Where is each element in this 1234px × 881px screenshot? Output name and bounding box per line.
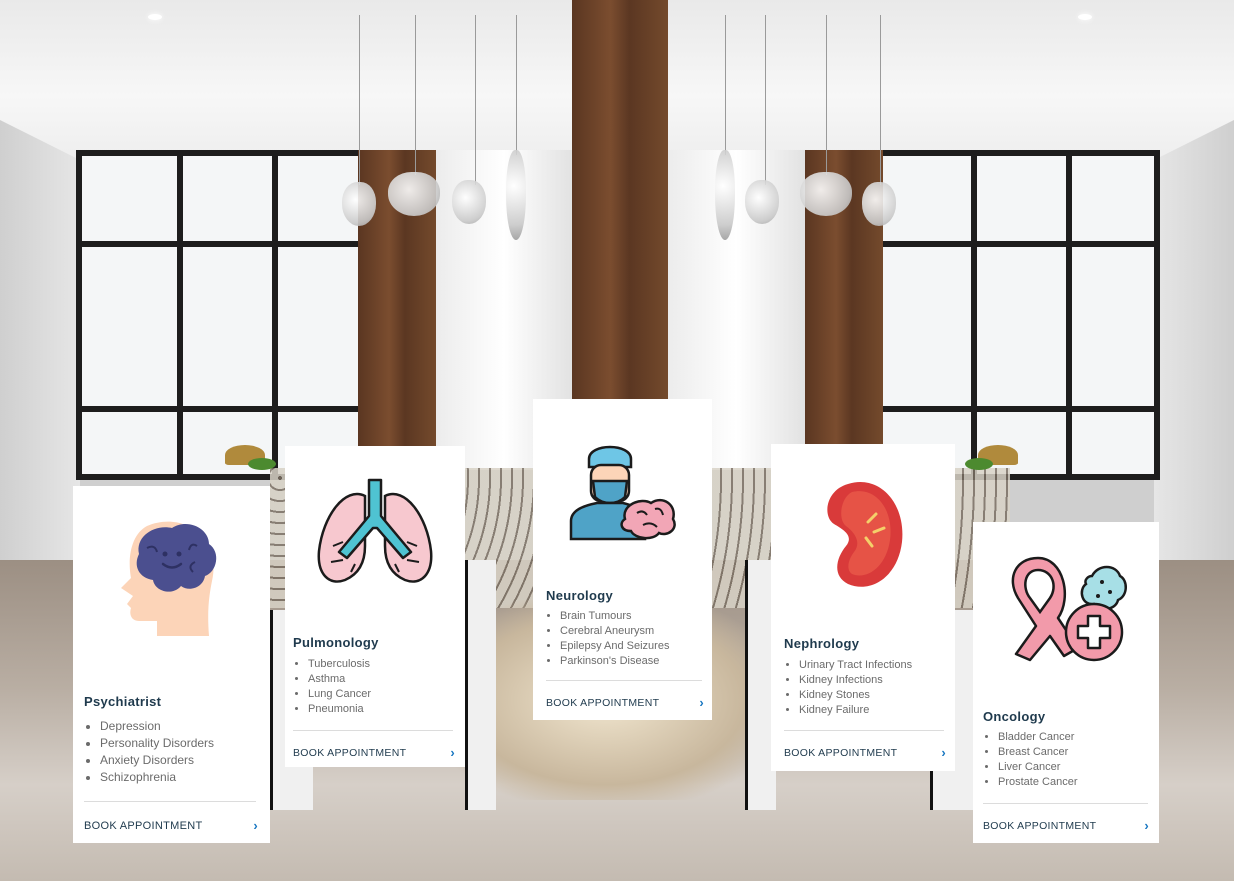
display-base (465, 560, 496, 810)
condition-list: Tuberculosis Asthma Lung Cancer Pneumoni… (294, 657, 371, 717)
list-item: Epilepsy And Seizures (560, 639, 669, 654)
chevron-right-icon: › (450, 745, 455, 760)
plant-leaves (248, 458, 276, 470)
pendant-lamp (388, 172, 440, 216)
window-right (870, 150, 1160, 480)
specialty-card-neurology: Neurology Brain Tumours Cerebral Aneurys… (533, 399, 712, 720)
list-item: Kidney Failure (799, 703, 912, 718)
book-appointment-button[interactable]: BOOK APPOINTMENT › (84, 818, 258, 833)
pendant-lamp (342, 182, 376, 226)
list-item: Kidney Stones (799, 688, 912, 703)
list-item: Parkinson's Disease (560, 654, 669, 669)
condition-list: Urinary Tract Infections Kidney Infectio… (785, 658, 912, 718)
plant-leaves (965, 458, 993, 470)
chevron-right-icon: › (699, 695, 704, 710)
book-appointment-label: BOOK APPOINTMENT (84, 819, 203, 832)
book-appointment-label: BOOK APPOINTMENT (293, 746, 407, 759)
condition-list: Brain Tumours Cerebral Aneurysm Epilepsy… (546, 609, 669, 669)
list-item: Cerebral Aneurysm (560, 624, 669, 639)
list-item: Kidney Infections (799, 673, 912, 688)
list-item: Urinary Tract Infections (799, 658, 912, 673)
marble-wall-left (0, 120, 80, 560)
window-left (76, 150, 366, 480)
card-title: Pulmonology (293, 635, 379, 650)
book-appointment-label: BOOK APPOINTMENT (546, 696, 660, 709)
brain-head-icon (73, 516, 270, 641)
list-item: Lung Cancer (308, 687, 371, 702)
list-item: Tuberculosis (308, 657, 371, 672)
list-item: Brain Tumours (560, 609, 669, 624)
divider (983, 803, 1148, 804)
lungs-icon (285, 476, 465, 588)
card-title: Neurology (546, 588, 613, 603)
card-title: Oncology (983, 709, 1046, 724)
list-item: Liver Cancer (998, 760, 1077, 775)
chevron-right-icon: › (253, 818, 258, 833)
divider (84, 801, 256, 802)
specialty-card-oncology: Oncology Bladder Cancer Breast Cancer Li… (973, 522, 1159, 843)
list-item: Depression (100, 718, 214, 735)
list-item: Personality Disorders (100, 735, 214, 752)
list-item: Bladder Cancer (998, 730, 1077, 745)
pendant-lamp (800, 172, 852, 216)
cancer-ribbon-icon (973, 554, 1159, 662)
pendant-lamp (506, 150, 526, 240)
marble-wall-right (1154, 120, 1234, 560)
kidney-icon (771, 476, 955, 591)
list-item: Anxiety Disorders (100, 752, 214, 769)
chevron-right-icon: › (941, 745, 946, 760)
list-item: Schizophrenia (100, 769, 214, 786)
card-title: Psychiatrist (84, 694, 162, 709)
pendant-lamp (452, 180, 486, 224)
specialty-card-pulmonology: Pulmonology Tuberculosis Asthma Lung Can… (285, 446, 465, 767)
book-appointment-label: BOOK APPOINTMENT (784, 746, 898, 759)
chevron-right-icon: › (1144, 818, 1149, 833)
card-title: Nephrology (784, 636, 860, 651)
book-appointment-button[interactable]: BOOK APPOINTMENT › (784, 745, 946, 760)
book-appointment-button[interactable]: BOOK APPOINTMENT › (546, 695, 704, 710)
list-item: Pneumonia (308, 702, 371, 717)
divider (293, 730, 453, 731)
condition-list: Bladder Cancer Breast Cancer Liver Cance… (984, 730, 1077, 790)
ceiling-light (148, 14, 162, 20)
divider (546, 680, 702, 681)
specialty-card-psychiatrist: Psychiatrist Depression Personality Diso… (73, 486, 270, 843)
book-appointment-label: BOOK APPOINTMENT (983, 819, 1097, 832)
list-item: Breast Cancer (998, 745, 1077, 760)
condition-list: Depression Personality Disorders Anxiety… (86, 718, 214, 786)
list-item: Prostate Cancer (998, 775, 1077, 790)
book-appointment-button[interactable]: BOOK APPOINTMENT › (983, 818, 1149, 833)
pendant-lamp (745, 180, 779, 224)
specialty-card-nephrology: Nephrology Urinary Tract Infections Kidn… (771, 444, 955, 771)
pendant-lamp (862, 182, 896, 226)
pendant-lamp (715, 150, 735, 240)
list-item: Asthma (308, 672, 371, 687)
divider (784, 730, 944, 731)
book-appointment-button[interactable]: BOOK APPOINTMENT › (293, 745, 455, 760)
neurosurgeon-icon (533, 437, 712, 541)
ceiling-light (1078, 14, 1092, 20)
